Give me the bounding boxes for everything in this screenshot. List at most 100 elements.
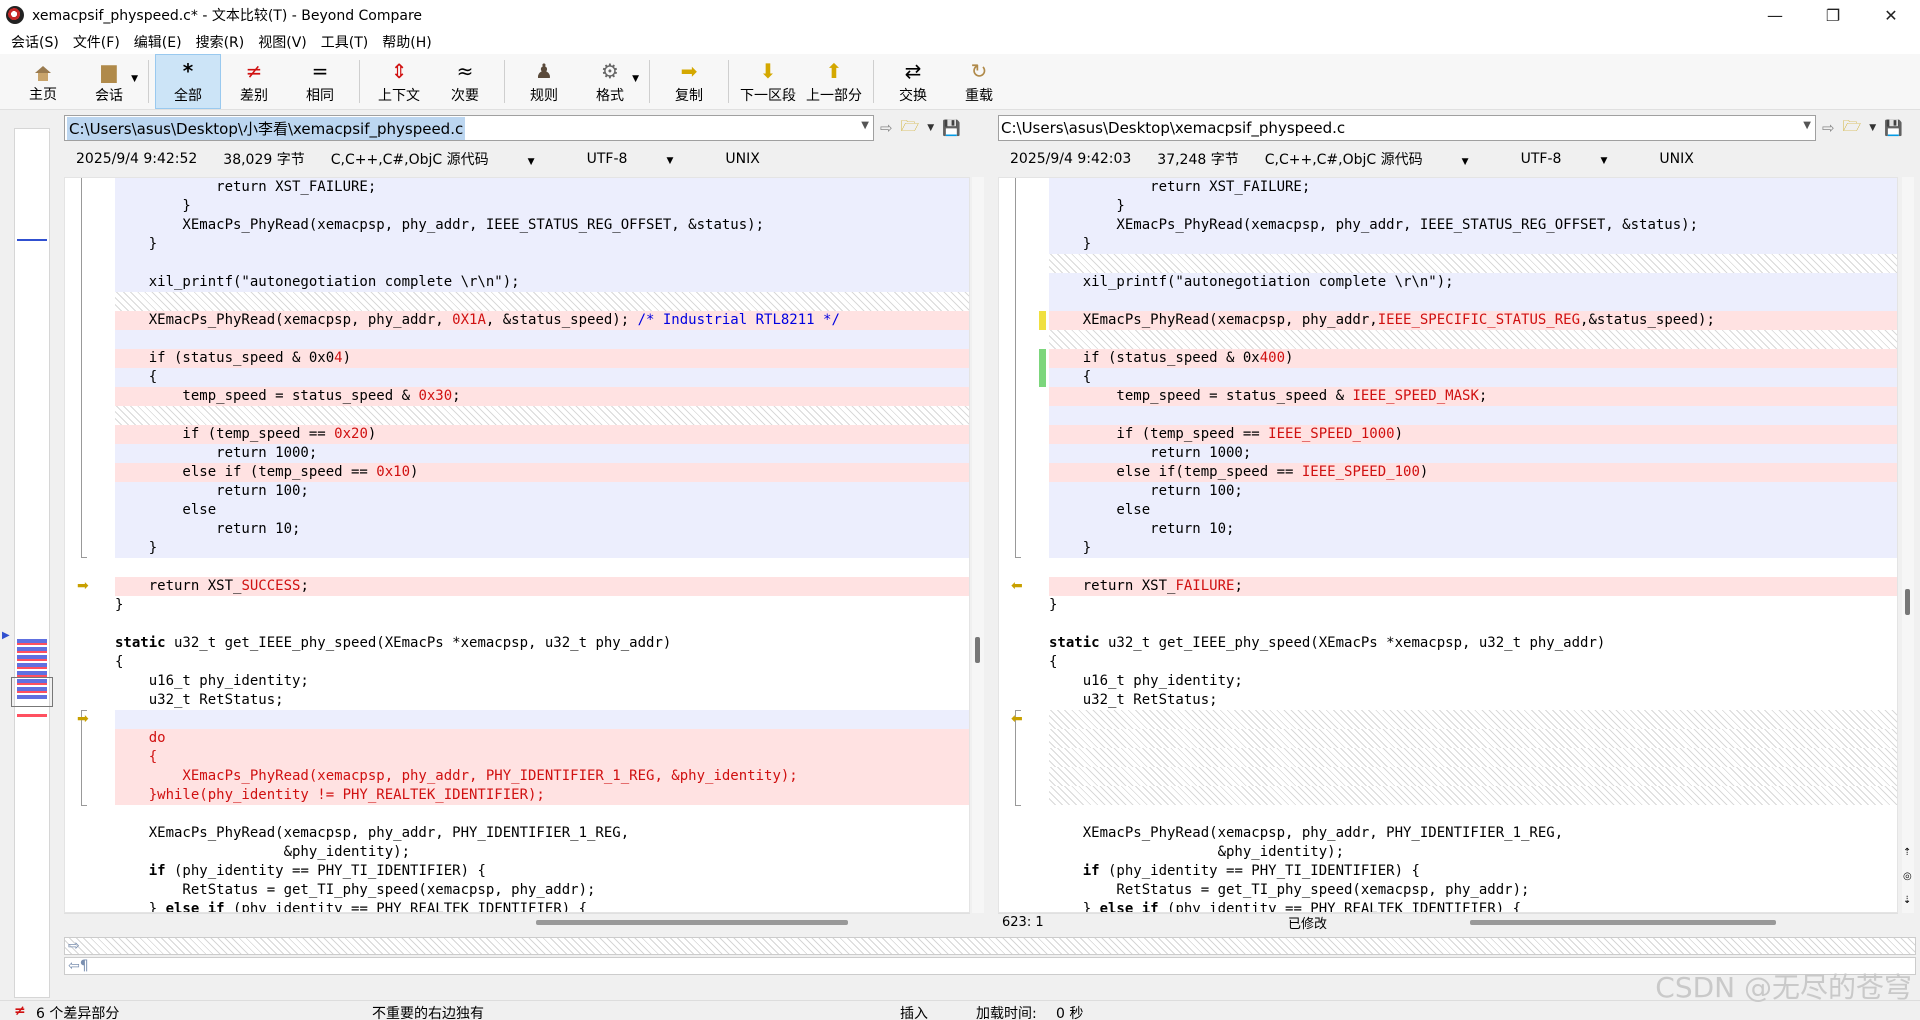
left-file-eol[interactable]: UNIX: [725, 151, 759, 167]
code-line[interactable]: }: [1049, 235, 1897, 254]
left-path-dropdown-icon[interactable]: ▼: [861, 120, 869, 131]
code-line[interactable]: [1049, 748, 1897, 767]
code-line[interactable]: {: [115, 748, 969, 767]
code-line[interactable]: else if(temp_speed == IEEE_SPEED_100): [1049, 463, 1897, 482]
right-path-input[interactable]: C:\Users\asus\Desktop\xemacpsif_physpeed…: [998, 115, 1816, 141]
code-line[interactable]: [115, 805, 969, 824]
code-line[interactable]: temp_speed = status_speed & IEEE_SPEED_M…: [1049, 387, 1897, 406]
code-line[interactable]: return XST_SUCCESS;: [115, 577, 969, 596]
code-line[interactable]: {: [1049, 368, 1897, 387]
code-line[interactable]: XEmacPs_PhyRead(xemacpsp, phy_addr, PHY_…: [115, 767, 969, 786]
right-copy-arrow-icon[interactable]: ⬅: [1011, 578, 1023, 594]
code-line[interactable]: if (temp_speed == IEEE_SPEED_1000): [1049, 425, 1897, 444]
code-line[interactable]: [1049, 805, 1897, 824]
minimize-button[interactable]: —: [1746, 0, 1804, 30]
right-code-pane[interactable]: ⬅ ⬅ return XST_FAILURE; } XEmacPs_PhyRea…: [998, 177, 1898, 913]
code-line[interactable]: XEmacPs_PhyRead(xemacpsp, phy_addr, IEEE…: [1049, 216, 1897, 235]
code-line[interactable]: [1049, 615, 1897, 634]
code-line[interactable]: else: [1049, 501, 1897, 520]
code-line[interactable]: }: [1049, 539, 1897, 558]
code-line[interactable]: }: [115, 197, 969, 216]
line-detail-left[interactable]: [64, 937, 1916, 955]
home-button[interactable]: 主页: [10, 54, 76, 109]
code-line[interactable]: xil_printf("autonegotiation complete \r\…: [1049, 273, 1897, 292]
right-path-dropdown-icon[interactable]: ▼: [1803, 120, 1811, 131]
next-section-button[interactable]: ⬇ 下一区段: [735, 54, 801, 109]
code-line[interactable]: }: [1049, 197, 1897, 216]
code-line[interactable]: [115, 558, 969, 577]
right-open-folder-icon[interactable]: 🗁: [1843, 116, 1862, 141]
code-line[interactable]: [1049, 292, 1897, 311]
code-line[interactable]: [115, 330, 969, 349]
session-button[interactable]: ▆ 会话 ▼: [76, 54, 142, 109]
menu-search[interactable]: 搜索(R): [189, 32, 252, 52]
code-line[interactable]: [115, 710, 969, 729]
menu-file[interactable]: 文件(F): [66, 32, 127, 52]
code-line[interactable]: XEmacPs_PhyRead(xemacpsp, phy_addr, PHY_…: [115, 824, 969, 843]
right-scroll-thumb[interactable]: [1905, 589, 1910, 615]
menu-help[interactable]: 帮助(H): [375, 32, 438, 52]
menu-edit[interactable]: 编辑(E): [127, 32, 189, 52]
left-copy-arrow-icon[interactable]: ➡: [77, 578, 89, 594]
left-code-pane[interactable]: ➡ ➡ return XST_FAILURE; } XEmacPs_PhyRea…: [64, 177, 970, 913]
left-scroll-thumb[interactable]: [975, 637, 980, 663]
code-line[interactable]: return XST_FAILURE;: [1049, 577, 1897, 596]
code-line[interactable]: [1049, 729, 1897, 748]
left-code-lines[interactable]: return XST_FAILURE; } XEmacPs_PhyRead(xe…: [115, 178, 969, 912]
code-line[interactable]: [115, 254, 969, 273]
right-open-dropdown-icon[interactable]: ▼: [1869, 123, 1876, 133]
right-status-scrollbar[interactable]: 623: 1 已修改: [998, 913, 1898, 932]
code-line[interactable]: do: [115, 729, 969, 748]
right-history-icon[interactable]: ⇨: [1822, 119, 1835, 137]
right-copy-arrow-icon[interactable]: ⬅: [1011, 711, 1023, 727]
code-line[interactable]: [1049, 767, 1897, 786]
code-line[interactable]: return XST_FAILURE;: [115, 178, 969, 197]
code-line[interactable]: [1049, 330, 1897, 349]
code-line[interactable]: [1049, 406, 1897, 425]
show-all-button[interactable]: * 全部: [155, 54, 221, 109]
thumbnail-map[interactable]: [11, 128, 53, 998]
context-button[interactable]: ⇕ 上下文: [366, 54, 432, 109]
format-button[interactable]: ⚙ 格式 ▼: [577, 54, 643, 109]
right-vertical-scrollbar[interactable]: ⇡ ◎ ⇣: [1902, 177, 1914, 913]
right-file-format[interactable]: C,C++,C#,ObjC 源代码 ▼: [1265, 149, 1495, 169]
left-file-format[interactable]: C,C++,C#,ObjC 源代码 ▼: [331, 149, 561, 169]
left-vertical-scrollbar[interactable]: [972, 177, 984, 913]
code-line[interactable]: {: [115, 653, 969, 672]
code-line[interactable]: return 10;: [1049, 520, 1897, 539]
code-line[interactable]: xil_printf("autonegotiation complete \r\…: [115, 273, 969, 292]
left-hscroll-thumb[interactable]: [536, 920, 848, 925]
right-file-encoding[interactable]: UTF-8 ▼: [1521, 151, 1634, 167]
code-line[interactable]: XEmacPs_PhyRead(xemacpsp, phy_addr, 0X1A…: [115, 311, 969, 330]
code-line[interactable]: XEmacPs_PhyRead(xemacpsp, phy_addr, IEEE…: [115, 216, 969, 235]
code-line[interactable]: &phy_identity);: [115, 843, 969, 862]
code-line[interactable]: return 100;: [1049, 482, 1897, 501]
code-line[interactable]: }: [115, 596, 969, 615]
left-horizontal-scrollbar[interactable]: [64, 913, 970, 931]
code-line[interactable]: } else if (phy_identity == PHY_REALTEK_I…: [1049, 900, 1897, 912]
code-line[interactable]: u32_t RetStatus;: [1049, 691, 1897, 710]
code-line[interactable]: return XST_FAILURE;: [1049, 178, 1897, 197]
code-line[interactable]: [1049, 710, 1897, 729]
left-history-icon[interactable]: ⇨: [880, 119, 893, 137]
swap-button[interactable]: ⇄ 交换: [880, 54, 946, 109]
code-line[interactable]: u32_t RetStatus;: [115, 691, 969, 710]
maximize-button[interactable]: ❐: [1804, 0, 1862, 30]
code-line[interactable]: [1049, 254, 1897, 273]
scroll-nav-icons[interactable]: ⇡ ◎ ⇣: [1903, 841, 1912, 913]
session-dropdown-icon[interactable]: ▼: [131, 74, 138, 84]
code-line[interactable]: u16_t phy_identity;: [115, 672, 969, 691]
show-same-button[interactable]: = 相同: [287, 54, 353, 109]
right-code-lines[interactable]: return XST_FAILURE; } XEmacPs_PhyRead(xe…: [1049, 178, 1897, 912]
code-line[interactable]: [115, 292, 969, 311]
code-line[interactable]: [1049, 786, 1897, 805]
code-line[interactable]: }: [115, 235, 969, 254]
code-line[interactable]: } else if (phy_identity == PHY_REALTEK_I…: [115, 900, 969, 912]
thumbnail-overview[interactable]: ▶: [0, 112, 53, 1002]
code-line[interactable]: XEmacPs_PhyRead(xemacpsp, phy_addr, PHY_…: [1049, 824, 1897, 843]
prev-section-button[interactable]: ⬆ 上一部分: [801, 54, 867, 109]
code-line[interactable]: if (status_speed & 0x400): [1049, 349, 1897, 368]
code-line[interactable]: [115, 406, 969, 425]
show-diffs-button[interactable]: ≠ 差别: [221, 54, 287, 109]
code-line[interactable]: XEmacPs_PhyRead(xemacpsp, phy_addr,IEEE_…: [1049, 311, 1897, 330]
